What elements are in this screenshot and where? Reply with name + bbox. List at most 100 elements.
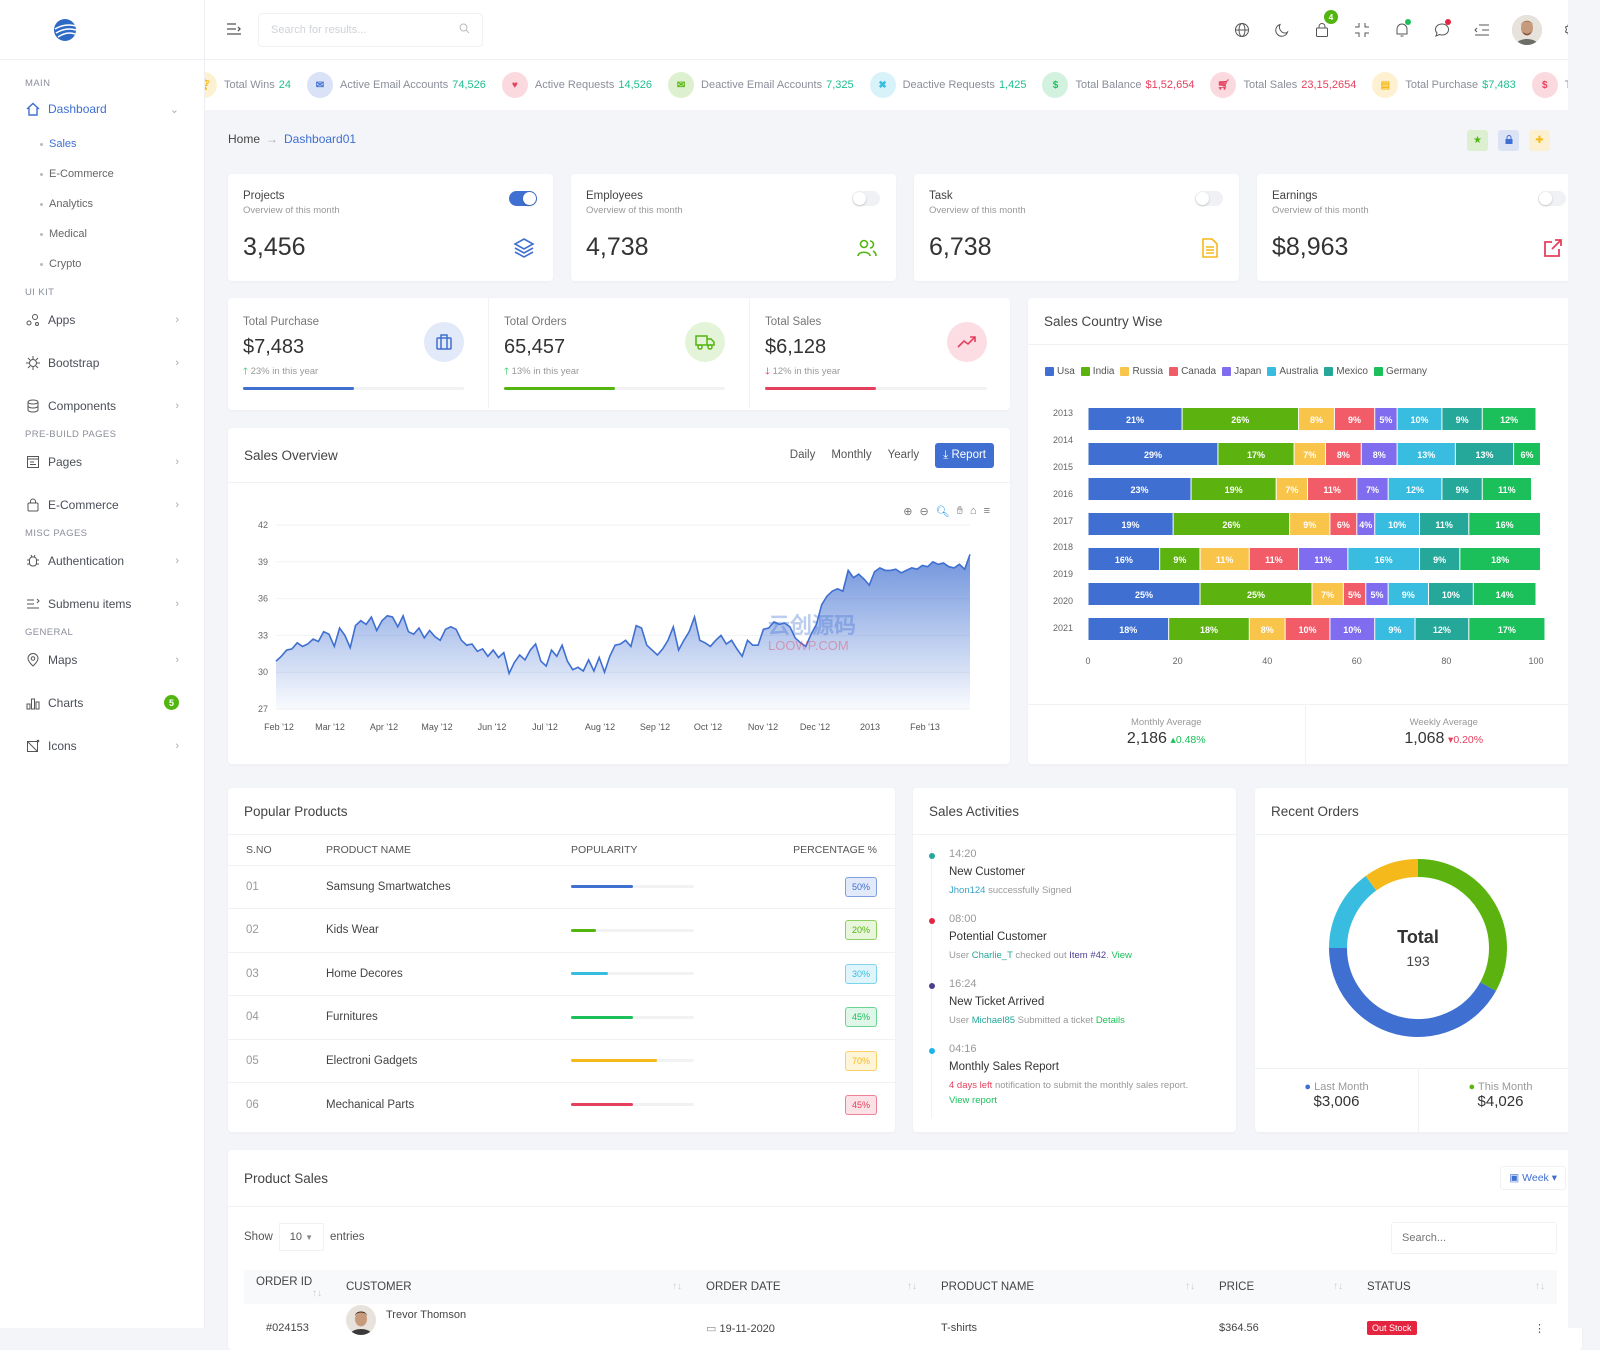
trending-up-icon xyxy=(947,322,987,362)
bar-data-label: 13% xyxy=(1417,450,1435,460)
col-status[interactable]: STATUS ↑↓ xyxy=(1355,1270,1557,1304)
stat-toggle[interactable] xyxy=(1195,191,1223,206)
search-icon[interactable] xyxy=(459,23,470,37)
sort-icon[interactable]: ↑↓ xyxy=(907,1281,917,1292)
activity-title: Monthly Sales Report xyxy=(949,1061,1059,1073)
stat-card-earnings: Earnings Overview of this month $8,963 xyxy=(1257,174,1582,281)
search-box[interactable] xyxy=(258,12,483,47)
stat-value: 6,738 xyxy=(929,233,992,261)
arrow-down-icon: 🡓 xyxy=(765,366,770,377)
sidebar-item-icons[interactable]: Icons › xyxy=(0,724,204,767)
sidebar-item-submenu[interactable]: Submenu items › xyxy=(0,582,204,625)
activity-text-part[interactable]: Item #42 xyxy=(1069,950,1106,961)
breadcrumb-home[interactable]: Home xyxy=(228,132,260,146)
sort-icon[interactable]: ↑↓ xyxy=(1333,1281,1343,1292)
col-product-name[interactable]: PRODUCT NAME ↑↓ xyxy=(929,1270,1207,1304)
sidebar-subitem-ecommerce[interactable]: E-Commerce xyxy=(0,159,204,189)
view-report-link[interactable]: View report xyxy=(949,1095,997,1106)
stat-toggle[interactable] xyxy=(852,191,880,206)
chevron-right-icon: › xyxy=(175,597,179,610)
customer-cell: Trevor Thomson xyxy=(334,1304,694,1338)
entries-value: 10 xyxy=(289,1231,303,1243)
col-price[interactable]: PRICE ↑↓ xyxy=(1207,1270,1355,1304)
sidebar: MAIN Dashboard ⌄ Sales E-Commerce Analyt… xyxy=(0,0,205,1328)
sales-country-chart: 2013 2014 2015 2016 2017 2018 2019 2020 2021 21% 2… xyxy=(1053,408,1545,666)
col-label: CUSTOMER xyxy=(346,1281,412,1293)
chevron-right-icon: › xyxy=(175,399,179,412)
entries-select[interactable]: 10 ▼ xyxy=(278,1223,325,1251)
menu-toggle-icon[interactable] xyxy=(227,22,243,38)
sort-icon[interactable]: ↑↓ xyxy=(672,1281,682,1292)
sidebar-item-ecommerce[interactable]: E-Commerce › xyxy=(0,483,204,526)
bar-data-label: 17% xyxy=(1498,625,1516,635)
add-button[interactable]: ✚ xyxy=(1529,130,1550,151)
sidebar-item-dashboard[interactable]: Dashboard ⌄ xyxy=(0,89,204,129)
sidebar-subitem-analytics[interactable]: Analytics xyxy=(0,189,204,219)
sidebar-item-authentication[interactable]: Authentication › xyxy=(0,539,204,582)
sidebar-subitem-crypto[interactable]: Crypto xyxy=(0,249,204,279)
lock-button[interactable] xyxy=(1498,130,1519,151)
chat-icon[interactable] xyxy=(1432,19,1451,39)
product-sales-header: Product Sales ▣ Week ▾ xyxy=(228,1150,1582,1207)
activity-text-part[interactable]: Jhon124 xyxy=(949,885,985,896)
col-order-id[interactable]: ORDER ID ↑↓ xyxy=(244,1270,334,1304)
stat-value: 3,456 xyxy=(243,233,306,261)
star-button[interactable]: ★ xyxy=(1467,130,1488,151)
activity-text-part[interactable]: 4 days left xyxy=(949,1080,992,1091)
right-sidebar-toggle-icon[interactable] xyxy=(1472,20,1491,39)
kpi-title: Total Orders xyxy=(504,316,567,328)
sidebar-subitem-sales[interactable]: Sales xyxy=(0,129,204,159)
notification-bell-icon[interactable] xyxy=(1392,19,1411,39)
cart-icon[interactable]: 4 xyxy=(1312,10,1338,39)
purchase-bag-icon xyxy=(424,322,464,362)
sidebar-item-bootstrap[interactable]: Bootstrap › xyxy=(0,341,204,384)
sidebar-item-maps[interactable]: Maps › xyxy=(0,638,204,681)
heart-icon: ♥ xyxy=(501,72,528,98)
sort-icon[interactable]: ↑↓ xyxy=(1535,1281,1545,1292)
period-dropdown[interactable]: ▣ Week ▾ xyxy=(1500,1166,1566,1190)
stat-toggle[interactable] xyxy=(509,191,537,206)
activity-text-part[interactable]: Charlie_T xyxy=(972,950,1013,961)
table-search-input[interactable] xyxy=(1391,1222,1557,1254)
activity-text-part[interactable]: View xyxy=(1111,950,1131,961)
section-main: MAIN xyxy=(25,78,51,89)
sort-icon[interactable]: ↑↓ xyxy=(312,1288,322,1299)
stat-toggle[interactable] xyxy=(1538,191,1566,206)
globe-icon[interactable] xyxy=(1232,20,1251,39)
sidebar-item-pages[interactable]: Pages › xyxy=(0,440,204,483)
sales-activities-card: Sales Activities 14:20 New Customer Jhon… xyxy=(913,788,1236,1132)
col-order-date[interactable]: ORDER DATE ↑↓ xyxy=(694,1270,929,1304)
row-menu-icon[interactable]: ⋮ xyxy=(1534,1322,1545,1335)
sidebar-item-charts[interactable]: Charts 5 xyxy=(0,681,204,724)
last-month-label: Last Month xyxy=(1314,1081,1369,1093)
bug-icon xyxy=(25,355,41,371)
page-scrollbar[interactable] xyxy=(1568,0,1600,1328)
dark-mode-icon[interactable] xyxy=(1272,20,1291,39)
sort-icon[interactable]: ↑↓ xyxy=(1185,1281,1195,1292)
user-avatar[interactable] xyxy=(1512,14,1542,45)
activity-text-part[interactable]: Details xyxy=(1096,1015,1125,1026)
period-label: Week xyxy=(1522,1172,1549,1184)
activity-text-part[interactable]: Michael85 xyxy=(972,1015,1015,1026)
bar-data-label: 18% xyxy=(1119,625,1137,635)
sidebar-subitem-medical[interactable]: Medical xyxy=(0,219,204,249)
sidebar-item-components[interactable]: Components › xyxy=(0,384,204,427)
stat-value: 4,738 xyxy=(586,233,649,261)
bar-chart-icon xyxy=(25,695,41,711)
last-month-value: $3,006 xyxy=(1313,1093,1360,1110)
x-tick-label: Dec '12 xyxy=(800,722,830,732)
col-customer[interactable]: CUSTOMER ↑↓ xyxy=(334,1270,694,1304)
kpi-change-text: 13% in this year xyxy=(511,366,580,377)
popular-products-card: Popular Products S.NO PRODUCT NAME POPUL… xyxy=(228,788,895,1132)
caret-down-icon: ▾ xyxy=(1551,1172,1557,1184)
logo[interactable] xyxy=(0,0,204,60)
search-input[interactable] xyxy=(271,23,459,36)
kpi-progress-fill xyxy=(765,387,876,390)
table-header-row: ORDER ID ↑↓ CUSTOMER ↑↓ ORDER DATE ↑↓ PRODU… xyxy=(244,1270,1557,1304)
timeline-dot xyxy=(929,853,935,859)
stat-card-employees: Employees Overview of this month 4,738 xyxy=(571,174,896,281)
ticker-label: Active Email Accounts xyxy=(340,79,449,91)
sidebar-item-apps[interactable]: Apps › xyxy=(0,298,204,341)
fullscreen-exit-icon[interactable] xyxy=(1352,20,1371,39)
activity-text-part: notification to submit the monthly sales… xyxy=(992,1080,1189,1091)
